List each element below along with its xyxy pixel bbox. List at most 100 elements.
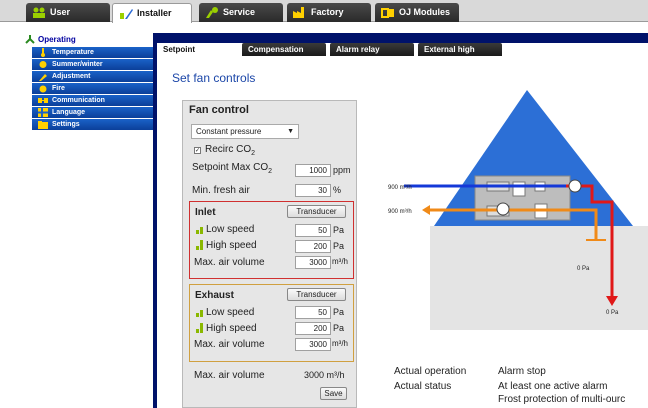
- sidebar-item-label: Fire: [52, 85, 65, 92]
- subtab-label: Alarm relay: [336, 45, 380, 54]
- fan-mode-value: Constant pressure: [196, 127, 262, 136]
- service-icon: [206, 7, 218, 18]
- users-icon: [33, 7, 45, 18]
- inlet-max-air-input[interactable]: 3000: [295, 256, 331, 269]
- communication-icon: [38, 98, 48, 103]
- exhaust-max-air-input[interactable]: 3000: [295, 338, 331, 351]
- pressure-supply-label: 0 Pa: [606, 310, 619, 316]
- exhaust-transducer-button[interactable]: Transducer: [287, 288, 346, 301]
- inlet-low-speed-label: Low speed: [206, 224, 255, 235]
- top-tab-bar: User Installer Service Factory OJ Module…: [0, 0, 648, 23]
- page-title: Set fan controls: [172, 71, 256, 85]
- setpoint-max-co2-label: Setpoint Max CO2: [192, 162, 272, 175]
- inlet-low-unit: Pa: [333, 225, 345, 235]
- flow-out-label: 900 m³/h: [388, 209, 412, 215]
- tab-factory[interactable]: Factory: [287, 3, 371, 22]
- subtab-alarm-relay[interactable]: Alarm relay: [330, 43, 414, 56]
- actual-status-label: Actual status: [394, 381, 452, 392]
- tab-service[interactable]: Service: [199, 3, 283, 22]
- inlet-high-speed-label: High speed: [206, 240, 257, 251]
- inlet-transducer-button[interactable]: Transducer: [287, 205, 346, 218]
- low-speed-icon: [196, 227, 203, 234]
- sidebar-item-temperature[interactable]: Temperature: [32, 47, 153, 58]
- subtab-compensation[interactable]: Compensation: [242, 43, 326, 56]
- sidebar-item-communication[interactable]: Communication: [32, 95, 153, 106]
- sidebar: Operating Temperature Summer/winter Adju…: [22, 33, 153, 130]
- tab-installer[interactable]: Installer: [112, 3, 192, 23]
- fan-operating-icon: [25, 35, 35, 44]
- min-fresh-air-label: Min. fresh air: [192, 185, 250, 196]
- setpoint-label-sub: 2: [268, 168, 273, 175]
- exhaust-high-speed-label: High speed: [206, 323, 257, 334]
- actual-status-value-2: Frost protection of multi-ourc: [498, 394, 626, 405]
- flow-in-label: 900 m³/h: [388, 185, 412, 191]
- save-button[interactable]: Save: [320, 387, 347, 400]
- inlet-max-unit: m³/h: [332, 257, 348, 266]
- thermometer-icon: [41, 48, 45, 57]
- fire-icon: [39, 85, 47, 93]
- inlet-high-speed-input[interactable]: 200: [295, 240, 331, 253]
- setpoint-max-co2-input[interactable]: 1000: [295, 164, 331, 177]
- tab-user-label: User: [50, 7, 71, 17]
- exhaust-low-speed-input[interactable]: 50: [295, 306, 331, 319]
- fan-control-title: Fan control: [189, 104, 249, 116]
- pressure-extract-label: 0 Pa: [577, 266, 590, 272]
- sidebar-item-settings[interactable]: Settings: [32, 119, 153, 130]
- exhaust-fan-icon: [496, 202, 510, 216]
- setpoint-label-text: Setpoint Max CO: [192, 162, 269, 173]
- inlet-title: Inlet: [195, 207, 216, 218]
- subtab-external-high[interactable]: External high: [418, 43, 502, 56]
- sidebar-item-label: Communication: [52, 97, 105, 104]
- exhaust-low-speed-label: Low speed: [206, 307, 255, 318]
- exhaust-max-unit: m³/h: [332, 339, 348, 348]
- recirc-co2-checkbox[interactable]: ✓: [194, 147, 201, 154]
- exhaust-arrow-icon: [422, 205, 430, 215]
- min-fresh-air-input[interactable]: 30: [295, 184, 331, 197]
- sidebar-item-fire[interactable]: Fire: [32, 83, 153, 94]
- fan-mode-select[interactable]: Constant pressure ▼: [191, 124, 299, 139]
- sidebar-item-label: Adjustment: [52, 73, 91, 80]
- tab-installer-label: Installer: [137, 8, 172, 18]
- subtab-label: Compensation: [248, 45, 304, 54]
- min-fresh-air-unit: %: [333, 185, 342, 195]
- supply-fan-icon: [568, 179, 582, 193]
- installer-icon: [120, 9, 133, 19]
- sidebar-item-adjustment[interactable]: Adjustment: [32, 71, 153, 82]
- heat-exchanger-block: [512, 181, 526, 197]
- tab-user[interactable]: User: [26, 3, 110, 22]
- folder-icon: [38, 121, 48, 129]
- inlet-max-air-label: Max. air volume: [194, 257, 265, 268]
- recirc-label-sub: 2: [251, 150, 256, 157]
- recirc-label-text: Recirc CO: [205, 144, 252, 155]
- exhaust-low-unit: Pa: [333, 307, 345, 317]
- inlet-low-speed-input[interactable]: 50: [295, 224, 331, 237]
- exhaust-high-unit: Pa: [333, 323, 345, 333]
- sidebar-item-summer-winter[interactable]: Summer/winter: [32, 59, 153, 70]
- sidebar-head-label: Operating: [38, 35, 76, 44]
- exhaust-max-air-label: Max. air volume: [194, 339, 265, 350]
- recirc-co2-label: Recirc CO2: [205, 144, 255, 157]
- total-max-air-label: Max. air volume: [194, 370, 265, 381]
- actual-operation-label: Actual operation: [394, 366, 467, 377]
- chevron-down-icon: ▼: [287, 128, 294, 135]
- exhaust-title: Exhaust: [195, 290, 234, 301]
- setpoint-unit: ppm: [333, 165, 351, 175]
- exhaust-high-speed-input[interactable]: 200: [295, 322, 331, 335]
- high-speed-icon: [196, 240, 203, 250]
- low-speed-icon: [196, 310, 203, 317]
- sidebar-item-language[interactable]: Language: [32, 107, 153, 118]
- tab-oj-modules-label: OJ Modules: [399, 7, 451, 17]
- high-speed-icon: [196, 323, 203, 333]
- actual-status-value: At least one active alarm: [498, 381, 608, 392]
- tab-service-label: Service: [223, 7, 256, 17]
- sidebar-item-label: Language: [52, 109, 86, 116]
- subtab-label: Setpoint: [163, 45, 195, 54]
- sidebar-head-operating[interactable]: Operating: [22, 33, 153, 46]
- subtab-label: External high: [424, 45, 475, 54]
- sidebar-item-label: Temperature: [52, 49, 94, 56]
- modules-icon: [381, 8, 394, 18]
- language-flag-icon: [38, 108, 48, 117]
- subtab-setpoint[interactable]: Setpoint: [157, 43, 240, 56]
- factory-icon: [293, 7, 304, 18]
- tab-oj-modules[interactable]: OJ Modules: [375, 3, 459, 22]
